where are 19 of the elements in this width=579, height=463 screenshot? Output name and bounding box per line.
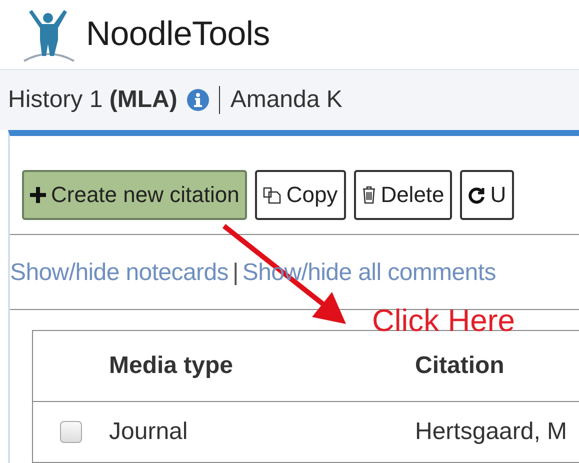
column-header: Media type <box>109 352 234 380</box>
info-icon[interactable] <box>187 89 210 112</box>
trash-icon <box>362 186 376 204</box>
annotation-text: Click Here <box>372 303 515 339</box>
owner-name: Amanda K <box>230 86 342 114</box>
app-name: NoodleTools <box>86 15 270 54</box>
refresh-icon <box>468 186 486 204</box>
delete-button[interactable]: Delete <box>354 170 452 220</box>
undo-button[interactable]: U <box>460 170 514 220</box>
column-header: Citation <box>415 352 506 380</box>
copy-icon <box>263 186 282 204</box>
project-title: History 1 (MLA) <box>8 86 178 114</box>
table-cell-text: Hertsgaard, M <box>415 418 568 446</box>
table-cell-text: Journal <box>109 418 189 446</box>
create-button[interactable]: Create new citation <box>22 170 248 220</box>
plus-icon <box>30 187 46 203</box>
copy-button[interactable]: Copy <box>255 170 346 220</box>
link-separator: | <box>232 259 238 287</box>
row-checkbox[interactable] <box>60 421 82 443</box>
